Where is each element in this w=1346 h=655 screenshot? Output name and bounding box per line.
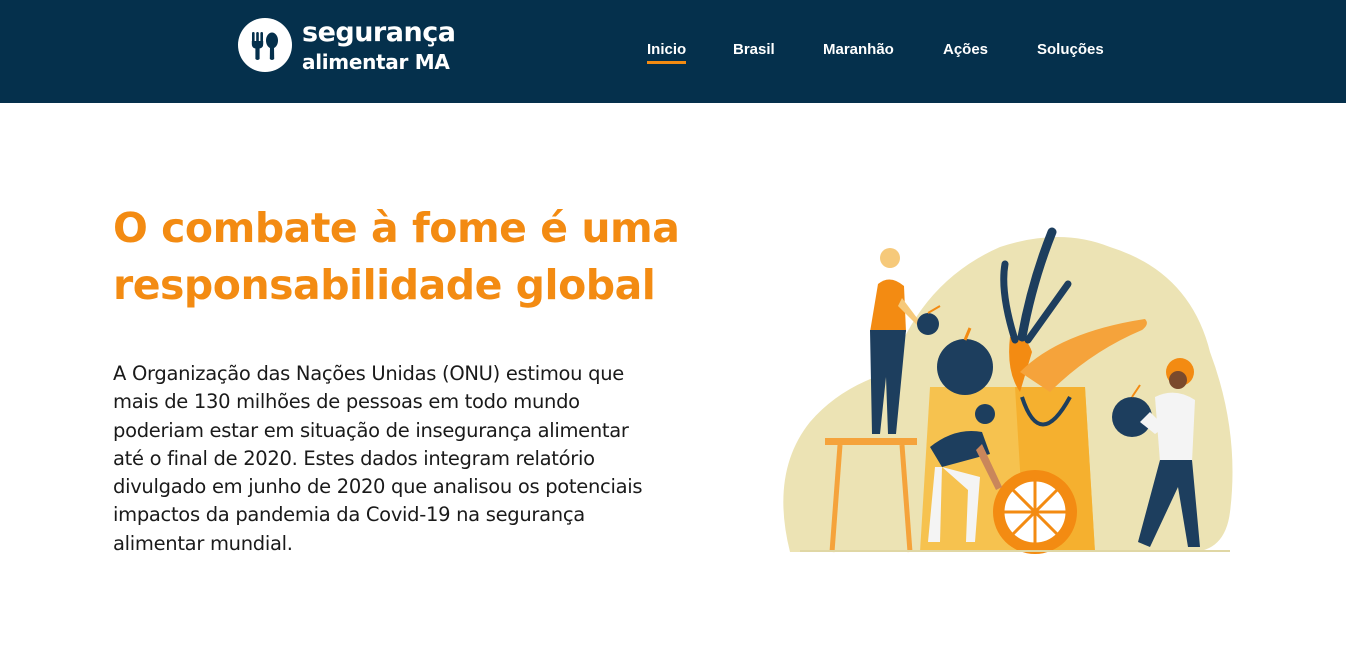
nav-item-brasil[interactable]: Brasil bbox=[733, 41, 775, 58]
fork-spoon-icon bbox=[238, 18, 292, 72]
intro-paragraph: A Organização das Nações Unidas (ONU) es… bbox=[113, 362, 643, 555]
nav-item-inicio[interactable]: Inicio bbox=[647, 41, 687, 64]
nav-item-solucoes[interactable]: Soluções bbox=[1037, 41, 1104, 58]
site-logo[interactable]: segurança alimentar MA bbox=[238, 16, 456, 74]
food-donation-illustration bbox=[770, 222, 1250, 562]
logo-line-2: alimentar MA bbox=[302, 49, 450, 74]
logo-text: segurança alimentar MA bbox=[302, 16, 456, 74]
nav-item-maranhao[interactable]: Maranhão bbox=[823, 41, 894, 58]
logo-line-1: segurança bbox=[302, 16, 456, 48]
nav-item-acoes[interactable]: Ações bbox=[943, 41, 988, 58]
site-header: segurança alimentar MA Inicio Brasil Mar… bbox=[0, 0, 1346, 103]
page-title: O combate à fome é uma responsabilidade … bbox=[113, 204, 680, 309]
